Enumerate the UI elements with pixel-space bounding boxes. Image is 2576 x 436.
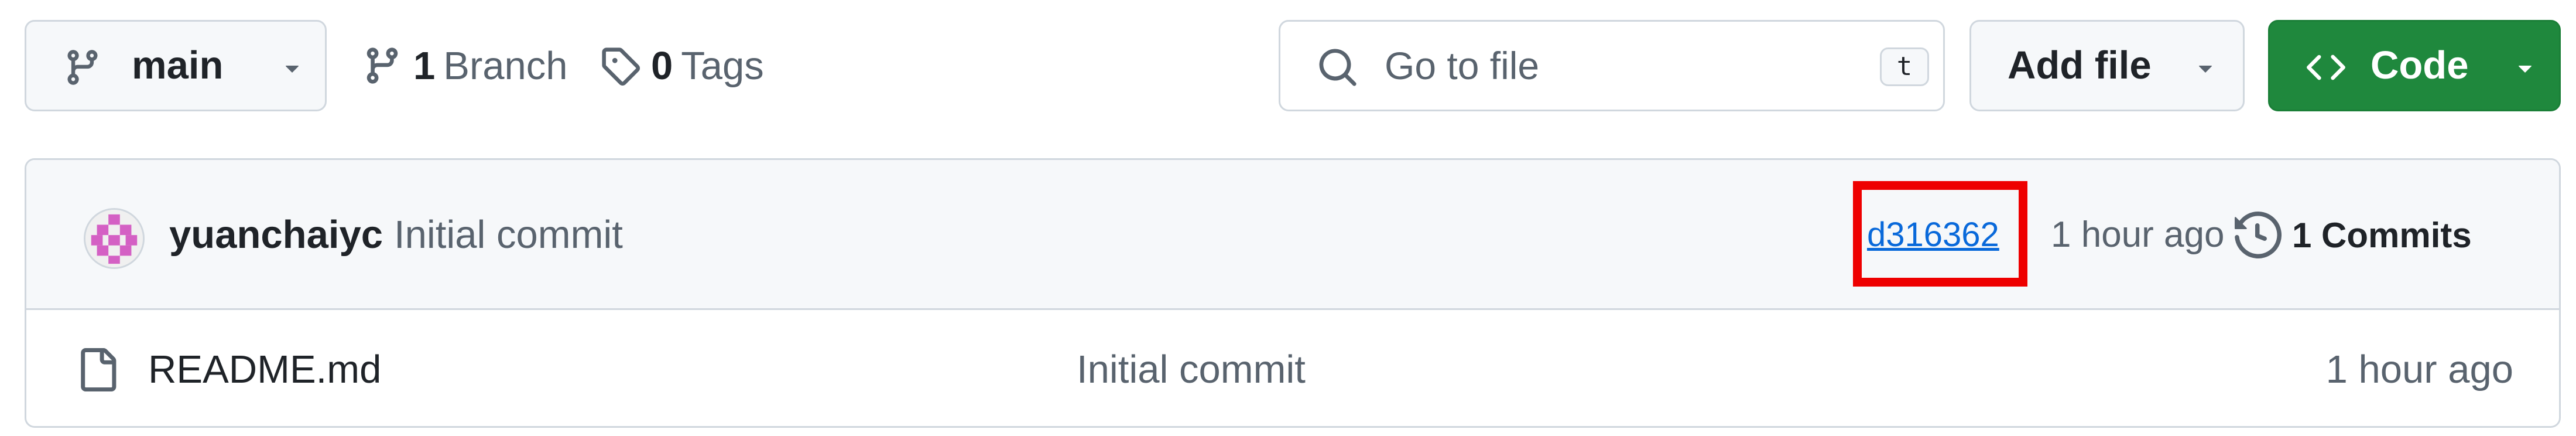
branches-link[interactable]: 1 Branch bbox=[362, 20, 568, 111]
commits-history-link[interactable]: 1 Commits bbox=[2235, 160, 2472, 310]
tag-icon bbox=[602, 47, 640, 86]
code-icon bbox=[2307, 54, 2345, 80]
latest-commit-bar: yuanchaiyc Initial commit d316362 1 hour… bbox=[26, 160, 2559, 310]
file-name-link[interactable]: README.md bbox=[148, 312, 381, 426]
tags-link[interactable]: 0 Tags bbox=[600, 20, 764, 111]
repo-toolbar: main 1 Branch 0 Tags Go to file t Add fi… bbox=[0, 0, 2576, 135]
commit-sha-link[interactable]: d316362 bbox=[1867, 160, 1999, 310]
history-icon bbox=[2235, 212, 2282, 258]
tags-count: 0 bbox=[651, 43, 673, 88]
search-icon bbox=[1319, 49, 1356, 86]
identicon-icon bbox=[85, 210, 143, 267]
triangle-down-icon bbox=[286, 66, 299, 73]
keyboard-shortcut-hint: t bbox=[1880, 47, 1929, 86]
commit-author-link[interactable]: yuanchaiyc bbox=[169, 160, 383, 310]
commits-count-label: 1 Commits bbox=[2292, 215, 2472, 255]
code-button[interactable]: Code bbox=[2268, 20, 2561, 111]
code-label: Code bbox=[2371, 43, 2469, 87]
commit-message-link[interactable]: Initial commit bbox=[394, 160, 623, 310]
triangle-down-icon bbox=[2519, 66, 2532, 73]
branches-count: 1 bbox=[413, 43, 436, 88]
table-row[interactable]: README.md Initial commit 1 hour ago bbox=[26, 312, 2559, 426]
file-browser: yuanchaiyc Initial commit d316362 1 hour… bbox=[25, 158, 2561, 428]
file-commit-message-link[interactable]: Initial commit bbox=[1077, 312, 1306, 426]
branch-selector-button[interactable]: main bbox=[25, 20, 327, 111]
add-file-button[interactable]: Add file bbox=[1969, 20, 2245, 111]
go-to-file-input[interactable]: Go to file t bbox=[1279, 20, 1945, 111]
avatar[interactable] bbox=[84, 208, 145, 269]
search-placeholder: Go to file bbox=[1385, 44, 1540, 87]
branches-label: Branch bbox=[443, 43, 568, 88]
file-icon bbox=[81, 348, 117, 391]
add-file-label: Add file bbox=[2008, 43, 2152, 87]
file-commit-time: 1 hour ago bbox=[2325, 348, 2513, 391]
triangle-down-icon bbox=[2199, 66, 2212, 73]
tags-label: Tags bbox=[681, 43, 764, 88]
git-branch-icon bbox=[67, 50, 98, 85]
commit-time: 1 hour ago bbox=[2051, 214, 2225, 255]
branch-name: main bbox=[132, 43, 224, 87]
git-branch-icon bbox=[366, 47, 398, 84]
